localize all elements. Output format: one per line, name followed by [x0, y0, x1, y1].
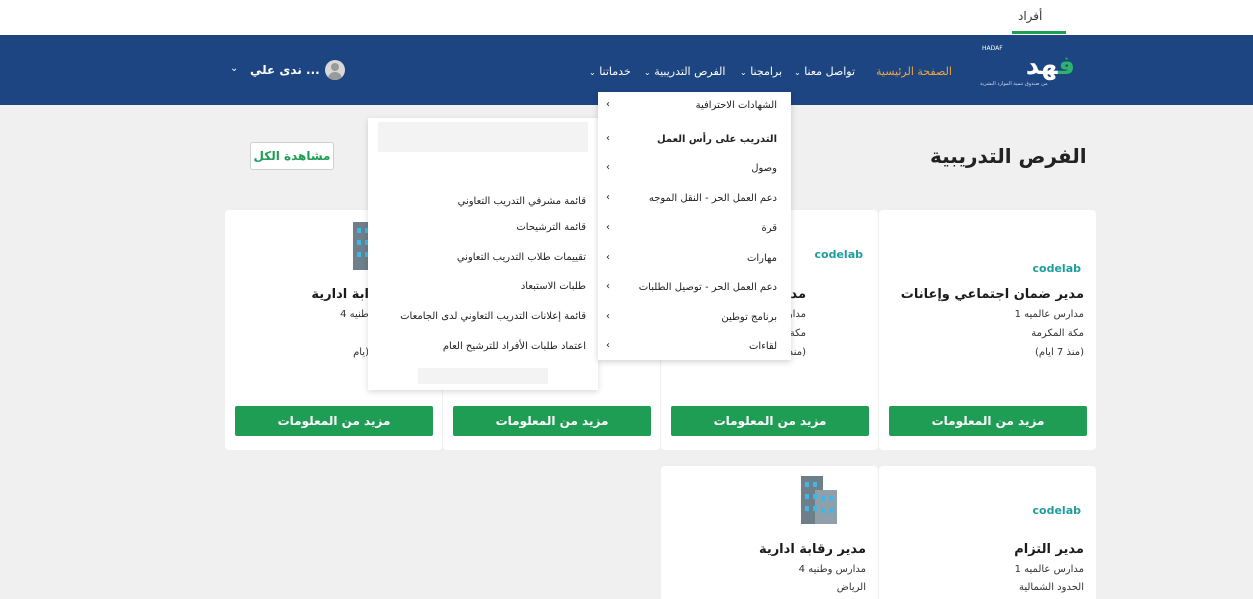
dropdown-item-label: لقاءات — [748, 341, 777, 352]
company-logo: codelab — [1032, 504, 1081, 517]
dropdown-item[interactable]: ‹ وصول — [598, 158, 791, 182]
dropdown-item[interactable]: ‹ لقاءات — [598, 336, 791, 360]
nav-programs-label: برامجنا — [750, 65, 783, 78]
job-city: مكة المكرمة — [1031, 328, 1084, 339]
hadaf-logo[interactable]: HADAF فهد من صندوق تنمية الموارد البشرية — [980, 43, 1075, 93]
logo-word-main: هد — [1025, 51, 1058, 81]
submenu-item[interactable]: تقييمات طلاب التدريب التعاوني — [457, 252, 586, 263]
submenu-item[interactable]: اعتماد طلبات الأفراد للترشيح العام — [443, 341, 586, 352]
more-info-button[interactable]: مزيد من المعلومات — [235, 406, 433, 436]
job-card: codelab مدير ضمان اجتماعي وإعانات مدارس … — [879, 210, 1096, 450]
page-title: الفرص التدريبية — [930, 144, 1087, 168]
company-name: مدارس عالميه 1 — [1014, 309, 1084, 320]
logo-subtitle: من صندوق تنمية الموارد البشرية — [980, 81, 1048, 87]
nav-training[interactable]: ⌄ الفرص التدريبية — [642, 65, 725, 78]
submenu-item[interactable]: طلبات الاستبعاد — [521, 281, 586, 292]
dropdown-item-label: برنامج توطين — [721, 312, 777, 323]
tab-individuals-underline — [1012, 31, 1066, 34]
job-city: الحدود الشمالية — [1019, 582, 1084, 593]
nav-services-label: خدماتنا — [599, 65, 631, 78]
dropdown-item-label: دعم العمل الحر - النقل الموجه — [648, 193, 777, 204]
company-logo: codelab — [814, 248, 863, 261]
submenu-panel: قائمة مشرفي التدريب التعاوني قائمة الترش… — [368, 118, 598, 390]
avatar — [325, 60, 345, 80]
chevron-left-icon: ‹ — [606, 133, 610, 144]
dropdown-item[interactable]: ‹ الشهادات الاحترافية — [598, 95, 791, 119]
nav-home[interactable]: الصفحة الرئيسية — [876, 65, 952, 78]
nav-training-label: الفرص التدريبية — [654, 65, 726, 78]
more-info-button[interactable]: مزيد من المعلومات — [889, 406, 1087, 436]
tab-individuals[interactable]: أفراد — [1018, 9, 1042, 23]
posted-time: يام) — [353, 347, 369, 358]
dropdown-item[interactable]: ‹ دعم العمل الحر - النقل الموجه — [598, 188, 791, 212]
top-strip: أفراد — [0, 0, 1253, 35]
view-all-button[interactable]: مشاهدة الكل — [250, 142, 334, 170]
more-info-button[interactable]: مزيد من المعلومات — [671, 406, 869, 436]
logo-word-accent: ف — [1057, 51, 1075, 81]
company-logo: codelab — [1032, 262, 1081, 275]
dropdown-item-label: الشهادات الاحترافية — [695, 100, 777, 111]
chevron-down-icon: ⌄ — [794, 68, 801, 77]
submenu-item[interactable]: قائمة الترشيحات — [516, 222, 586, 233]
dropdown-item[interactable]: ‹ مهارات — [598, 248, 791, 272]
job-title[interactable]: مدير التزام — [1014, 542, 1084, 557]
dropdown-item-label: قرة — [761, 223, 777, 234]
nav-contact[interactable]: ⌄ تواصل معنا — [792, 65, 855, 78]
chevron-down-icon: ⌄ — [740, 68, 747, 77]
nav-programs[interactable]: ⌄ برامجنا — [738, 65, 782, 78]
chevron-left-icon: ‹ — [606, 222, 610, 233]
dropdown-item-label: التدريب على رأس العمل — [656, 134, 777, 145]
company-name: مدارس وطنيه 4 — [798, 564, 866, 575]
services-dropdown: ‹ الشهادات الاحترافية ‹ التدريب على رأس … — [598, 92, 791, 360]
dropdown-item-label: وصول — [751, 163, 777, 174]
job-card: codelab مدير التزام مدارس عالميه 1 الحدو… — [879, 466, 1096, 599]
logo-word: فهد — [1026, 51, 1075, 81]
user-name: ندى علي ... — [250, 63, 320, 77]
chevron-left-icon: ‹ — [606, 281, 610, 292]
chevron-left-icon: ‹ — [606, 252, 610, 263]
chevron-left-icon: ‹ — [606, 99, 610, 110]
building-icon — [791, 476, 837, 524]
dropdown-item[interactable]: ‹ التدريب على رأس العمل — [598, 129, 791, 153]
job-title[interactable]: مدير رقابة ادارية — [759, 542, 866, 557]
submenu-item[interactable]: قائمة إعلانات التدريب التعاوني لدى الجام… — [400, 311, 586, 322]
chevron-down-icon: ⌄ — [644, 68, 651, 77]
job-card: مدير رقابة ادارية مدارس وطنيه 4 الرياض — [661, 466, 878, 599]
dropdown-item[interactable]: ‹ برنامج توطين — [598, 307, 791, 331]
job-title[interactable]: مدير ضمان اجتماعي وإعانات — [901, 287, 1084, 302]
more-info-button[interactable]: مزيد من المعلومات — [453, 406, 651, 436]
chevron-left-icon: ‹ — [606, 340, 610, 351]
submenu-item[interactable]: قائمة مشرفي التدريب التعاوني — [458, 196, 586, 207]
company-name: مدارس عالميه 1 — [1014, 564, 1084, 575]
dropdown-item-label: دعم العمل الحر - توصيل الطلبات — [638, 282, 777, 293]
company-name: طنيه 4 — [340, 309, 369, 320]
chevron-left-icon: ‹ — [606, 192, 610, 203]
dropdown-item[interactable]: ‹ دعم العمل الحر - توصيل الطلبات — [598, 277, 791, 301]
posted-time: (منذ 7 ايام) — [1035, 347, 1084, 358]
chevron-left-icon: ‹ — [606, 162, 610, 173]
dropdown-item-label: مهارات — [746, 253, 777, 264]
job-city: الرياض — [836, 582, 866, 593]
chevron-down-icon: ⌄ — [230, 63, 239, 74]
nav-services[interactable]: ⌄ خدماتنا — [587, 65, 631, 78]
logo-top-text: HADAF — [982, 45, 1003, 52]
job-title[interactable]: ابة ادارية — [311, 287, 369, 302]
nav-contact-label: تواصل معنا — [804, 65, 856, 78]
chevron-down-icon: ⌄ — [589, 68, 596, 77]
chevron-left-icon: ‹ — [606, 311, 610, 322]
dropdown-item[interactable]: ‹ قرة — [598, 218, 791, 242]
user-menu[interactable]: ⌄ ندى علي ... — [230, 60, 345, 82]
